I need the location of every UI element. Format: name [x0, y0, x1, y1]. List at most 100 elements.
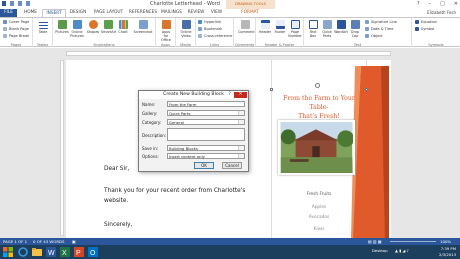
ok-button[interactable]: OK [194, 162, 214, 169]
group-symbols: Equation Symbol Symbols [412, 18, 460, 47]
page-count[interactable]: PAGE 1 OF 1 [3, 238, 27, 245]
apps-for-office-button[interactable]: Apps for Office [159, 20, 173, 42]
chart-button[interactable]: Chart [116, 20, 130, 34]
word-icon[interactable] [2, 1, 6, 6]
save-in-select[interactable]: Building Blocks [167, 145, 245, 151]
word-count[interactable]: 0 OF 43 WORDS [33, 238, 65, 245]
options-select[interactable]: Insert content only [167, 153, 245, 159]
tab-references[interactable]: REFERENCES [128, 9, 158, 17]
category-label: Category: [142, 120, 162, 125]
dialog-close-icon[interactable]: ✕ [234, 92, 247, 98]
drop-cap-icon [350, 20, 360, 29]
close-button[interactable]: ✕ [454, 1, 458, 7]
resize-handle-tr[interactable] [365, 88, 368, 91]
quick-parts-button[interactable]: Quick Parts [320, 20, 334, 38]
group-header-footer: Header Footer Page Number Header & Foote… [256, 18, 304, 47]
zoom-slider[interactable] [390, 241, 436, 242]
table-button[interactable]: Table [36, 20, 50, 34]
cancel-button[interactable]: Cancel [222, 162, 242, 169]
body-line: Thank you for your recent order from Cha… [104, 188, 246, 194]
description-label: Description: [142, 133, 167, 138]
redo-icon[interactable] [26, 1, 30, 6]
symbol-button[interactable]: Symbol [415, 27, 434, 31]
tab-view[interactable]: VIEW [208, 9, 225, 17]
group-label-tables: Tables [36, 43, 49, 47]
save-in-label: Save in: [142, 146, 159, 151]
group-pages: Cover Page Blank Page Page Break Pages [0, 18, 33, 47]
ribbon: Cover Page Blank Page Page Break Pages T… [0, 17, 460, 47]
equation-button[interactable]: Equation [415, 20, 437, 24]
blank-page-button[interactable]: Blank Page [3, 27, 29, 31]
page-number-button[interactable]: Page Number [288, 20, 302, 38]
online-pictures-button[interactable]: Online Pictures [70, 20, 84, 38]
window-title: Charlotte Letterhead - Word [150, 1, 220, 7]
gallery-select[interactable]: Quick Parts [167, 110, 245, 116]
name-label: Name: [142, 102, 156, 107]
wordart-icon [336, 20, 346, 29]
vertical-ruler[interactable] [60, 60, 64, 236]
save-icon[interactable] [10, 1, 14, 6]
pictures-button[interactable]: Pictures [55, 20, 69, 34]
body-line: website. [104, 198, 129, 204]
tab-mailings[interactable]: MAILINGS [159, 9, 184, 17]
start-icon[interactable] [3, 247, 13, 257]
signature-line-button[interactable]: Signature Line [365, 20, 397, 24]
undo-icon[interactable] [18, 1, 22, 6]
clock[interactable]: 7:39 PM 2/3/2013 [428, 246, 456, 258]
dialog-help-button[interactable]: ? [229, 91, 231, 99]
screenshot-icon [138, 20, 148, 29]
name-field[interactable]: From the Farm [167, 101, 245, 107]
apps-icon [161, 20, 171, 29]
group-label-header-footer: Header & Footer [264, 43, 295, 47]
excel-taskbar-icon[interactable]: X [60, 247, 70, 257]
zoom-level[interactable]: 100% [440, 238, 451, 245]
internet-explorer-icon[interactable] [18, 247, 28, 257]
tab-home[interactable]: HOME [20, 9, 41, 17]
maximize-button[interactable]: □ [440, 1, 445, 7]
tab-review[interactable]: REVIEW [185, 9, 207, 17]
wordart-button[interactable]: WordArt [334, 20, 348, 34]
hyperlink-button[interactable]: Hyperlink [198, 20, 221, 24]
drop-cap-button[interactable]: Drop Cap [348, 20, 362, 38]
online-video-button[interactable]: Online Video [179, 20, 193, 38]
object-button[interactable]: Object [365, 34, 383, 38]
horizontal-ruler[interactable] [66, 51, 391, 56]
footer-button[interactable]: Footer [273, 20, 287, 34]
powerpoint-taskbar-icon[interactable]: P [74, 247, 84, 257]
screenshot-button[interactable]: Screenshot [133, 20, 153, 34]
rotate-handle[interactable] [315, 83, 320, 88]
tab-file[interactable]: FILE [0, 9, 17, 17]
word-taskbar-icon[interactable]: W [46, 247, 56, 257]
tab-format[interactable]: FORMAT [230, 9, 270, 17]
svg-text:P: P [76, 250, 81, 257]
shapes-button[interactable]: Shapes [86, 20, 100, 34]
desktop-toolbar-label[interactable]: Desktop [372, 248, 388, 254]
view-buttons[interactable]: ▤ ▥ ▦ [368, 238, 382, 245]
minimize-button[interactable]: – [429, 1, 432, 7]
file-explorer-icon[interactable] [32, 247, 42, 257]
chart-icon [118, 20, 128, 29]
smartart-button[interactable]: SmartArt [101, 20, 116, 34]
tray-icons[interactable]: ▲ ▮ ◢ ♪ [395, 248, 409, 254]
barn-photo [278, 120, 355, 175]
description-field[interactable] [167, 128, 245, 141]
tab-page-layout[interactable]: PAGE LAYOUT [90, 9, 127, 17]
user-name[interactable]: Elizabeth Fesh [427, 9, 456, 17]
outlook-taskbar-icon[interactable]: O [88, 247, 98, 257]
text-box-button[interactable]: Text Box [306, 20, 320, 38]
cross-reference-button[interactable]: Cross-reference [198, 34, 232, 38]
cover-page-button[interactable]: Cover Page [3, 20, 29, 24]
category-select[interactable]: General [167, 119, 245, 125]
comment-button[interactable]: Comment [238, 20, 255, 34]
header-button[interactable]: Header [258, 20, 272, 34]
group-label-illustrations: Illustrations [93, 43, 115, 47]
date-time-button[interactable]: Date & Time [365, 27, 393, 31]
header-icon [260, 20, 270, 29]
proofing-icon[interactable]: ▣ [72, 238, 76, 245]
tab-design[interactable]: DESIGN [67, 9, 89, 17]
bookmark-button[interactable]: Bookmark [198, 27, 222, 31]
resize-handle-tl[interactable] [270, 88, 273, 91]
page-break-button[interactable]: Page Break [3, 34, 29, 38]
help-button[interactable]: ? [417, 1, 420, 7]
fruit-item: Kiwis [313, 227, 325, 232]
